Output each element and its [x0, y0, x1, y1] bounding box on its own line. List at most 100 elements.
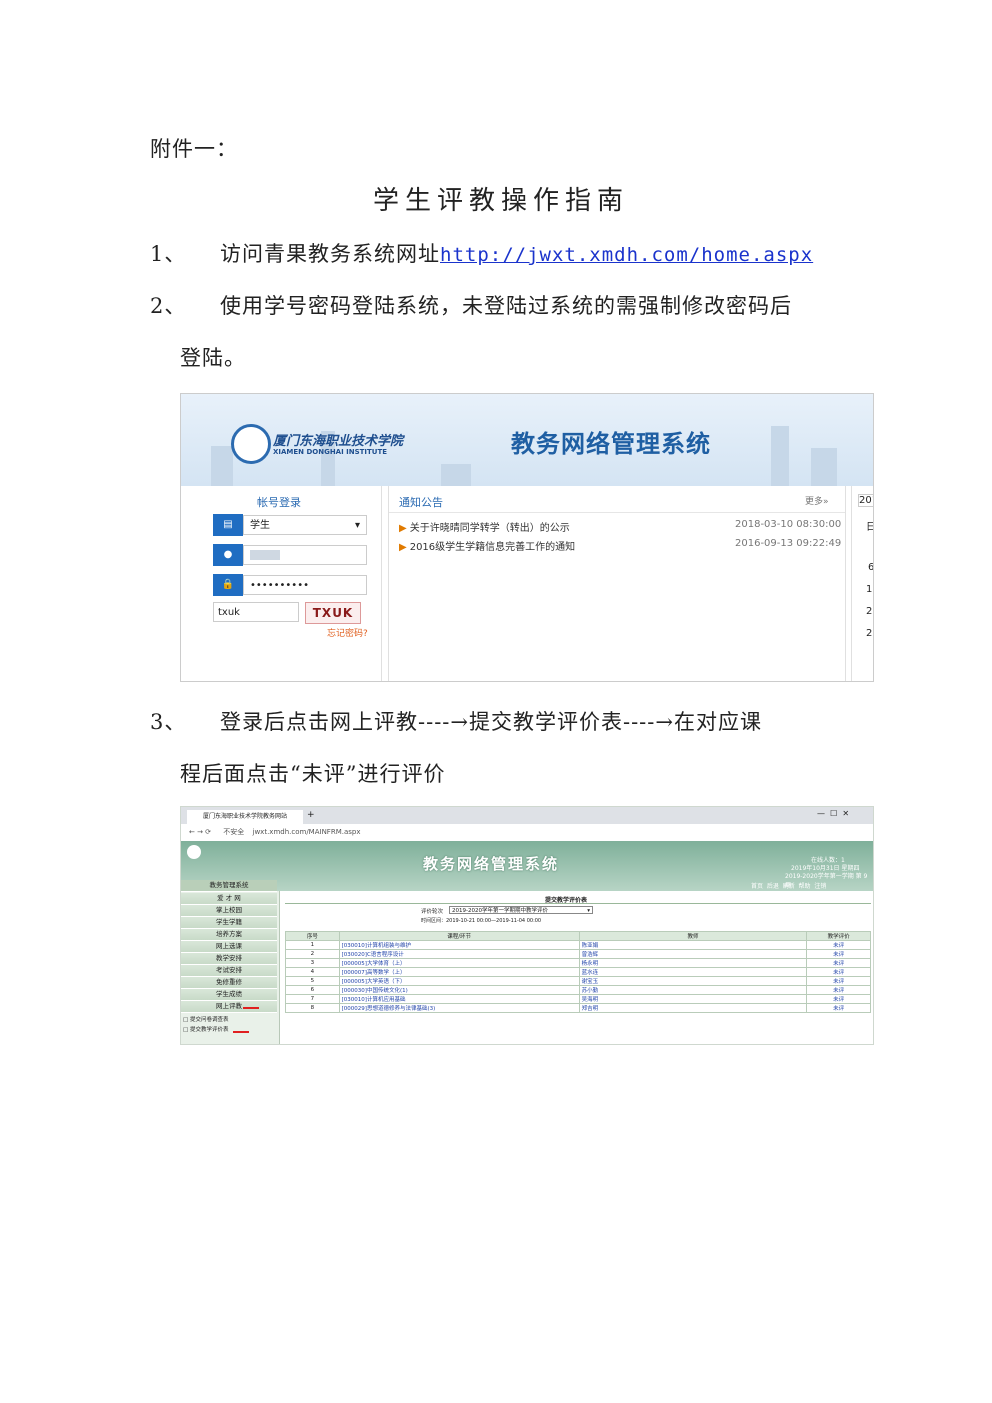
notice-panel: 通知公告 更多» ▶ 关于许晓晴同学转学（转出）的公示 2018-03-10 08:…	[388, 486, 846, 681]
table-header-row: 序号 课程/环节 教师 教学评价	[285, 931, 871, 941]
home-link[interactable]: 首页	[751, 883, 763, 890]
username-input[interactable]	[243, 545, 367, 565]
nav-arrows-icon[interactable]: ← → ⟳	[189, 828, 211, 836]
help-link[interactable]: 帮助	[799, 883, 811, 890]
notice-item-title: 2016级学生学籍信息完善工作的通知	[409, 542, 576, 553]
eval-table: 序号 课程/环节 教师 教学评价 1 [030010]计算机组装与维护 陈亚娟 未评 …	[285, 931, 871, 1013]
new-tab-icon[interactable]: +	[307, 810, 315, 820]
notice-item[interactable]: ▶ 关于许晓晴同学转学（转出）的公示 2018-03-10 08:30:00	[399, 519, 841, 534]
nav-item[interactable]: 免修重修	[181, 977, 277, 989]
lock-icon: 🔒	[213, 574, 243, 596]
sub-item-label: 提交问卷调查表	[189, 1017, 229, 1023]
nav-item[interactable]: 学生学籍	[181, 917, 277, 929]
notice-item[interactable]: ▶ 2016级学生学籍信息完善工作的通知 2016-09-13 09:22:49	[399, 538, 841, 553]
captcha-image[interactable]: TXUK	[305, 602, 361, 624]
sub-item-questionnaire[interactable]: □ 提交问卷调查表	[183, 1015, 228, 1023]
row-no: 7	[285, 994, 340, 1004]
role-select[interactable]: 学生 ▾	[243, 515, 367, 535]
nav-item[interactable]: 培养方案	[181, 929, 277, 941]
not-evaluated-link[interactable]: 未评	[806, 985, 871, 995]
round-select[interactable]: 2019-2020学年第一学期期中教学评价 ▾	[449, 906, 593, 914]
not-evaluated-link[interactable]: 未评	[806, 976, 871, 986]
not-evaluated-link[interactable]: 未评	[806, 958, 871, 968]
calendar-day: 27	[866, 628, 873, 639]
row-course[interactable]: [030010]计算机组装与维护	[338, 940, 580, 950]
doc-title: 学生评教操作指南	[373, 186, 630, 216]
nav-item[interactable]: 教学安排	[181, 953, 277, 965]
eval-screenshot: 厦门东海职业技术学院教务网站 + — ☐ ✕ ← → ⟳ 不安全 jwxt.xm…	[180, 806, 874, 1045]
login-panel-title: 帐号登录	[257, 496, 301, 509]
nav-header: 教务管理系统	[181, 880, 277, 892]
not-evaluated-link[interactable]: 未评	[806, 1003, 871, 1013]
row-course[interactable]: [000030]中国传统文化(1)	[338, 985, 580, 995]
row-teacher: 曾浩辉	[578, 949, 808, 959]
tab-title: 厦门东海职业技术学院教务网站	[203, 813, 288, 820]
browser-tab-bar: 厦门东海职业技术学院教务网站 + — ☐ ✕	[181, 807, 873, 824]
captcha-input[interactable]: txuk	[213, 602, 299, 622]
sub-item-eval-form[interactable]: □ 提交教学评价表	[183, 1025, 228, 1033]
notice-title: 通知公告	[399, 496, 443, 509]
not-evaluated-link[interactable]: 未评	[806, 994, 871, 1004]
row-course[interactable]: [000005]大学体育（上）	[338, 958, 580, 968]
red-arrow-icon	[233, 1031, 249, 1033]
window-controls-icon[interactable]: — ☐ ✕	[817, 809, 849, 818]
system-title: 教务网络管理系统	[511, 430, 711, 458]
row-course[interactable]: [030020]C语言程序设计	[338, 949, 580, 959]
chevron-down-icon: ▾	[587, 908, 590, 914]
blurred-username	[250, 550, 280, 560]
red-arrow-icon	[243, 1007, 259, 1009]
row-no: 1	[285, 940, 340, 950]
login-panel: 帐号登录 ▤ 学生 ▾ ● 🔒 •••••••••• txuk TXUK 忘记密码…	[191, 486, 382, 681]
eval-main: 提交教学评价表 评价轮次 2019-2020学年第一学期期中教学评价 ▾ 时间区间…	[285, 891, 873, 1044]
bullet-arrow-icon: ▶	[399, 542, 407, 553]
table-row: 7 [030010]计算机应用基础 吴海明 未评	[285, 994, 871, 1004]
login-screenshot: 厦门东海职业技术学院 XIAMEN DONGHAI INSTITUTE 教务网络…	[180, 393, 874, 682]
back-link[interactable]: 后退	[767, 883, 779, 890]
calendar-day: 20	[866, 606, 873, 617]
calendar-day: 13	[866, 584, 873, 595]
nav-item[interactable]: 掌上校园	[181, 905, 277, 917]
password-input[interactable]: ••••••••••	[243, 575, 367, 595]
eval-system-title: 教务网络管理系统	[423, 855, 560, 873]
system-url-link[interactable]: http://jwxt.xmdh.com/home.aspx	[440, 244, 813, 266]
step1-number: 1、	[150, 242, 187, 266]
row-no: 8	[285, 1003, 340, 1013]
sub-item-label: 提交教学评价表	[189, 1027, 229, 1033]
browser-tab[interactable]: 厦门东海职业技术学院教务网站	[187, 810, 303, 824]
time-range: 时间区间：2019-10-21 00:00—2019-11-04 00:00	[421, 918, 542, 924]
role-value: 学生	[250, 520, 270, 531]
insecure-label: 不安全	[223, 828, 245, 836]
table-row: 2 [030020]C语言程序设计 曾浩辉 未评	[285, 949, 871, 959]
url-text[interactable]: jwxt.xmdh.com/MAINFRM.aspx	[253, 828, 361, 836]
calendar-weekday: 日	[866, 518, 873, 533]
table-row: 8 [000029]思想道德修养与法律基础(3) 郑吉明 未评	[285, 1003, 871, 1013]
row-course[interactable]: [000029]思想道德修养与法律基础(3)	[338, 1003, 580, 1013]
school-name-en: XIAMEN DONGHAI INSTITUTE	[273, 448, 388, 456]
col-header: 课程/环节	[338, 931, 580, 941]
school-logo-icon	[231, 424, 271, 464]
notice-more-link[interactable]: 更多»	[805, 494, 829, 507]
nav-item-online-eval[interactable]: 网上评教	[181, 1001, 277, 1013]
row-no: 5	[285, 976, 340, 986]
nav-item[interactable]: 爱 才 网	[181, 893, 277, 905]
row-course[interactable]: [000007]高等数学（上）	[338, 967, 580, 977]
round-value: 2019-2020学年第一学期期中教学评价	[452, 908, 548, 914]
refresh-link[interactable]: 刷新	[783, 883, 795, 890]
row-no: 2	[285, 949, 340, 959]
calendar-year: 201	[858, 494, 873, 507]
nav-item[interactable]: 网上选课	[181, 941, 277, 953]
logout-link[interactable]: 注销	[814, 883, 826, 890]
forgot-password-link[interactable]: 忘记密码?	[327, 626, 368, 639]
not-evaluated-link[interactable]: 未评	[806, 940, 871, 950]
row-course[interactable]: [030010]计算机应用基础	[338, 994, 580, 1004]
row-course[interactable]: [000005]大学英语（下）	[338, 976, 580, 986]
chevron-down-icon: ▾	[354, 520, 360, 531]
not-evaluated-link[interactable]: 未评	[806, 967, 871, 977]
not-evaluated-link[interactable]: 未评	[806, 949, 871, 959]
table-row: 1 [030010]计算机组装与维护 陈亚娟 未评	[285, 940, 871, 950]
bullet-arrow-icon: ▶	[399, 523, 407, 534]
row-no: 4	[285, 967, 340, 977]
nav-item[interactable]: 学生成绩	[181, 989, 277, 1001]
nav-item[interactable]: 考试安排	[181, 965, 277, 977]
login-banner: 厦门东海职业技术学院 XIAMEN DONGHAI INSTITUTE 教务网络…	[181, 394, 873, 486]
